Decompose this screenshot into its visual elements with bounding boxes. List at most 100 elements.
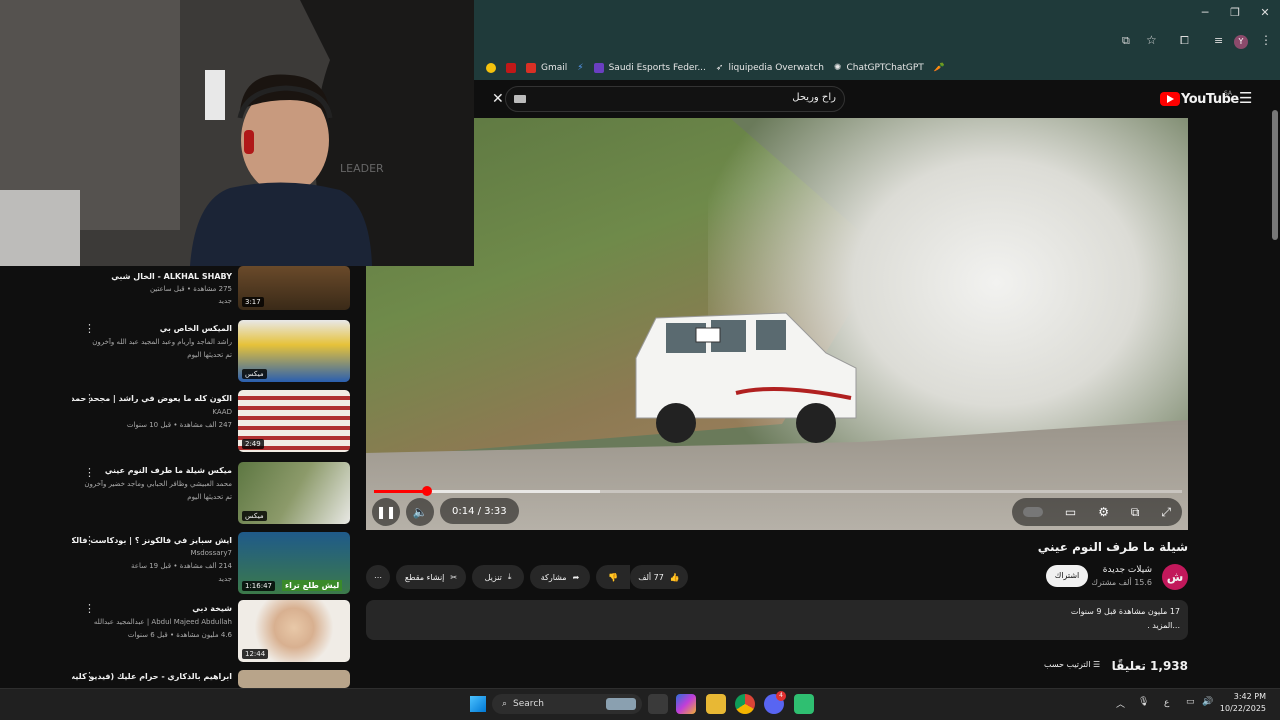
store-app-icon[interactable] — [648, 694, 668, 714]
search-value: راح وريحل — [792, 92, 836, 103]
video-meta: 214 ألف مشاهدة • قبل 19 ساعة — [131, 562, 232, 570]
video-title[interactable]: ALKHAL SHABY - الخال شبي — [72, 272, 232, 281]
hamburger-menu-icon[interactable]: ☰ — [1239, 89, 1252, 107]
webcam-scene: LEADER — [0, 0, 474, 266]
list-item[interactable]: ⋮ ليش طلع تراء 1:16:47 ايش سبايز في فالك… — [72, 532, 352, 598]
time-display: 0:14 / 3:33 — [440, 498, 519, 524]
download-button[interactable]: ⤓ تنزيل — [472, 565, 524, 589]
channel-avatar[interactable]: ش — [1162, 564, 1188, 590]
clip-button[interactable]: ✂ إنشاء مقطع — [396, 565, 466, 589]
discord-app-icon[interactable]: 4 — [764, 691, 786, 714]
like-button[interactable]: 👍 77 ألف — [630, 565, 688, 589]
search-highlight-icon — [606, 698, 636, 710]
profile-avatar[interactable]: Y — [1234, 35, 1248, 49]
autoplay-toggle[interactable] — [1022, 507, 1043, 517]
reading-list-icon[interactable]: ≡ — [1214, 34, 1223, 47]
fullscreen-icon[interactable]: ⤢ — [1161, 505, 1171, 520]
sort-comments-button[interactable]: ☰ الترتيب حسب — [1044, 660, 1100, 669]
channel-name: Msdossary7 — [190, 549, 232, 557]
video-thumbnail[interactable]: ميكس — [238, 462, 350, 524]
bookmark-gmail[interactable]: Gmail — [526, 63, 567, 73]
channel-name[interactable]: شيلات جديدة — [1103, 565, 1152, 575]
cast-icon[interactable]: ⧉ — [1122, 34, 1130, 48]
video-meta: راشد الماجد وأريام وعبد المجيد عبد الله … — [92, 338, 232, 346]
miniplayer-icon[interactable]: ⧉ — [1131, 505, 1140, 520]
bookmark-saudi-esports[interactable]: Saudi Esports Feder... — [593, 63, 706, 73]
extensions-icon[interactable]: ⧠ — [1180, 34, 1189, 48]
video-thumbnail[interactable]: 12:44 — [238, 600, 350, 662]
youtube-logo-icon[interactable] — [1160, 92, 1180, 106]
video-thumbnail[interactable]: 2:49 — [238, 390, 350, 452]
video-title[interactable]: شيخة دبي — [72, 604, 232, 613]
volume-icon: 🔈 — [412, 505, 428, 519]
video-thumbnail[interactable]: ليش طلع تراء 1:16:47 — [238, 532, 350, 594]
list-item[interactable]: ⋮ 2:49 الكون كله ما يعوض في راشد | مجحد … — [72, 390, 352, 456]
video-player[interactable] — [366, 118, 1188, 530]
settings-gear-icon[interactable]: ⚙ — [1098, 505, 1109, 519]
minimize-icon[interactable]: ─ — [1190, 6, 1220, 19]
list-item[interactable]: ⋮ ميكس الميكس الخاص بي راشد الماجد وأريا… — [72, 320, 352, 386]
pause-button[interactable]: ❚❚ — [372, 498, 400, 526]
video-title[interactable]: الميكس الخاص بي — [72, 324, 232, 333]
video-title[interactable]: الكون كله ما يعوض في راشد | مجحد حمد — [72, 394, 232, 403]
dislike-button[interactable]: 👎 — [596, 565, 630, 589]
chrome-app-icon[interactable] — [735, 694, 755, 714]
player-right-controls: ▭ ⚙ ⧉ ⤢ — [1012, 498, 1182, 526]
bookmarks-bar: Gmail ⚡ Saudi Esports Feder... ➶ liquiped… — [474, 56, 1280, 80]
description-stats: 17 مليون مشاهدة قبل 9 سنوات — [1070, 607, 1180, 616]
video-thumbnail[interactable]: 3:17 — [238, 266, 350, 310]
description-more[interactable]: ...المزيد . — [1147, 621, 1180, 630]
clock-date[interactable]: 10/22/2025 — [1220, 704, 1266, 713]
pause-icon: ❚❚ — [375, 505, 397, 519]
bookmark-carrot[interactable]: 🥕 — [934, 63, 945, 73]
list-item[interactable]: ⋮ 12:44 شيخة دبي Abdul Majeed Abdullah |… — [72, 600, 352, 666]
clock-time[interactable]: 3:42 PM — [1234, 692, 1266, 701]
bulb-icon[interactable] — [486, 63, 496, 73]
bookmark-chatgpt[interactable]: ✺ ChatGPTChatGPT — [834, 63, 924, 73]
restore-icon[interactable]: ❐ — [1220, 6, 1250, 19]
list-item[interactable]: ⋮ ميكس ميكس شيلة ما طرف النوم عيني محمد … — [72, 462, 352, 528]
volume-tray-icon[interactable]: 🔊 — [1202, 697, 1213, 707]
video-title[interactable]: ميكس شيلة ما طرف النوم عيني — [72, 466, 232, 475]
app-icon[interactable] — [794, 694, 814, 714]
bookmark-red-icon[interactable] — [506, 63, 516, 73]
video-meta: محمد العبيشي وظافر الحبابي وماجد خضير وآ… — [84, 480, 232, 488]
video-meta: تم تحديثها اليوم — [187, 493, 232, 501]
language-indicator[interactable]: ع — [1164, 698, 1169, 708]
chatgpt-icon: ✺ — [833, 63, 842, 73]
video-frame-car — [635, 312, 857, 443]
taskbar-search[interactable]: ⌕ Search — [492, 694, 642, 714]
star-icon[interactable]: ☆ — [1146, 33, 1157, 47]
bookmark-liquipedia[interactable]: ➶ liquipedia Overwatch — [716, 63, 824, 73]
copilot-app-icon[interactable] — [676, 694, 696, 714]
close-window-icon[interactable]: ✕ — [1250, 6, 1280, 19]
browser-toolbar: ⧉ ☆ ⧠ ≡ Y ⋮ — [474, 28, 1280, 56]
more-actions-button[interactable]: ⋯ — [366, 565, 390, 589]
chevron-up-icon[interactable]: ︿ — [1116, 697, 1125, 710]
share-button[interactable]: ➦ مشاركة — [530, 565, 590, 589]
close-search-icon[interactable]: ✕ — [492, 91, 504, 107]
windows-start-icon[interactable] — [470, 696, 486, 712]
comments-count: 1,938 تعليقًا — [1111, 659, 1188, 673]
list-item[interactable]: 3:17 ALKHAL SHABY - الخال شبي 275 مشاهدة… — [72, 266, 352, 316]
mute-button[interactable]: 🔈 — [406, 498, 434, 526]
scissors-icon: ✂ — [450, 572, 458, 582]
menu-kebab-icon[interactable]: ⋮ — [1260, 33, 1272, 47]
list-item[interactable]: ⋮ ابراهيم بالذكاري - حرام عليك (فيديو كل… — [72, 670, 352, 688]
bookmark-lightning[interactable]: ⚡ — [577, 63, 583, 73]
microphone-icon[interactable]: 🎙 — [1138, 697, 1149, 707]
file-explorer-icon[interactable] — [706, 694, 726, 714]
network-icon[interactable]: ▭ — [1186, 697, 1195, 707]
captions-icon[interactable]: ▭ — [1065, 505, 1076, 519]
video-title[interactable]: ايش سبايز في فالكونز ؟ | بودكاست فالكونز — [72, 536, 232, 545]
video-thumbnail[interactable] — [238, 670, 350, 688]
keyboard-icon[interactable] — [514, 95, 526, 103]
scrollbar-thumb[interactable] — [1272, 110, 1278, 240]
search-input[interactable]: راح وريحل — [505, 86, 845, 112]
video-title[interactable]: ابراهيم بالذكاري - حرام عليك (فيديو كليب… — [72, 672, 232, 681]
video-thumbnail[interactable]: ميكس — [238, 320, 350, 382]
subscribe-button[interactable]: اشتراك — [1046, 565, 1088, 587]
saudi-esports-icon — [593, 63, 604, 73]
video-title: شيلة ما طرف النوم عيني — [1037, 540, 1188, 554]
description-box[interactable] — [366, 600, 1188, 640]
